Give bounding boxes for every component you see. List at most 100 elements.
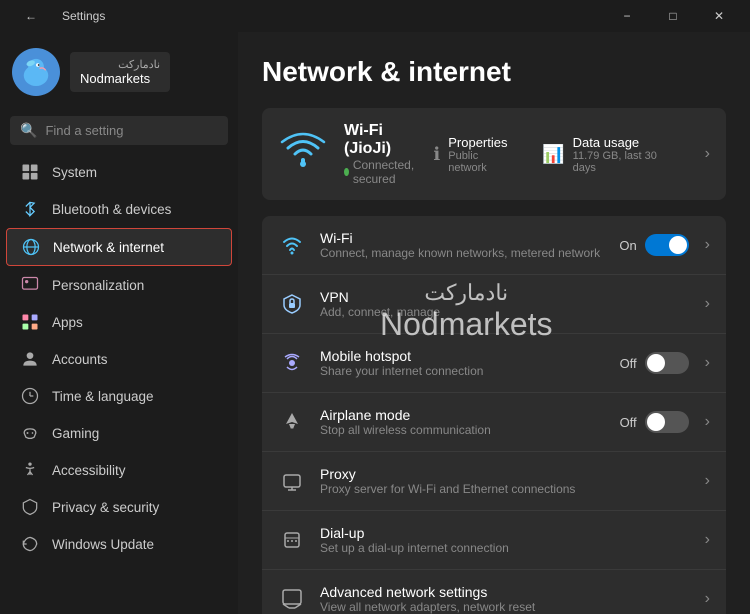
wifi-status: Connected, secured: [344, 158, 417, 186]
vpn-subtitle: Add, connect, manage: [320, 305, 683, 319]
advanced-control[interactable]: ›: [697, 590, 710, 608]
minimize-button[interactable]: −: [604, 0, 650, 32]
wifi-status-dot: [344, 168, 349, 176]
wifi-toggle[interactable]: [645, 234, 689, 256]
info-icon: ℹ: [433, 144, 440, 165]
bluetooth-icon: [20, 199, 40, 219]
vpn-text: VPNAdd, connect, manage: [320, 289, 683, 319]
accessibility-icon: [20, 460, 40, 480]
sidebar-item-system[interactable]: System: [6, 154, 232, 190]
sidebar-item-privacy[interactable]: Privacy & security: [6, 489, 232, 525]
hotspot-control[interactable]: Off ›: [620, 352, 710, 374]
search-input[interactable]: [45, 123, 221, 138]
vpn-setting-icon: [278, 290, 306, 318]
titlebar: ← Settings − □ ✕: [0, 0, 750, 32]
network-label: Network & internet: [53, 240, 164, 255]
hotspot-toggle-label: Off: [620, 356, 637, 371]
setting-item-dialup[interactable]: Dial-upSet up a dial-up internet connect…: [262, 511, 726, 570]
proxy-text: ProxyProxy server for Wi-Fi and Ethernet…: [320, 466, 683, 496]
titlebar-title: Settings: [62, 9, 105, 23]
page-title: Network & internet: [262, 56, 726, 88]
dialup-subtitle: Set up a dial-up internet connection: [320, 541, 683, 555]
setting-item-vpn[interactable]: VPNAdd, connect, manage ›: [262, 275, 726, 334]
main-content: Network & internet Wi-Fi (JioJi) Connect…: [238, 32, 750, 614]
profile-section: نادمارکت Nodmarkets: [0, 32, 238, 112]
wifi-setting-icon: [278, 231, 306, 259]
avatar: [12, 48, 60, 96]
network-icon: [21, 237, 41, 257]
sidebar-item-personalization[interactable]: Personalization: [6, 267, 232, 303]
back-button[interactable]: ←: [8, 0, 54, 32]
system-label: System: [52, 165, 97, 180]
wifi-control[interactable]: On›: [619, 234, 710, 256]
vpn-title: VPN: [320, 289, 683, 305]
personalization-label: Personalization: [52, 278, 144, 293]
sidebar-item-accessibility[interactable]: Accessibility: [6, 452, 232, 488]
vpn-control[interactable]: ›: [697, 295, 710, 313]
setting-item-advanced[interactable]: Advanced network settingsView all networ…: [262, 570, 726, 614]
advanced-title: Advanced network settings: [320, 584, 683, 600]
sidebar-item-time[interactable]: Time & language: [6, 378, 232, 414]
profile-name[interactable]: نادمارکت Nodmarkets: [70, 52, 170, 92]
advanced-setting-icon: [278, 585, 306, 613]
proxy-title: Proxy: [320, 466, 683, 482]
sidebar-item-apps[interactable]: Apps: [6, 304, 232, 340]
wifi-name: Wi-Fi (JioJi): [344, 122, 417, 158]
wifi-props: ℹ Properties Public network 📊 Data usage…: [433, 135, 680, 174]
system-icon: [20, 162, 40, 182]
hotspot-toggle[interactable]: [645, 352, 689, 374]
wifi-subtitle: Connect, manage known networks, metered …: [320, 246, 605, 260]
hotspot-text: Mobile hotspotShare your internet connec…: [320, 348, 606, 378]
data-icon: 📊: [542, 144, 564, 165]
wifi-text: Wi-FiConnect, manage known networks, met…: [320, 230, 605, 260]
dialup-title: Dial-up: [320, 525, 683, 541]
wifi-banner[interactable]: Wi-Fi (JioJi) Connected, secured ℹ Prope…: [262, 108, 726, 200]
accounts-icon: [20, 349, 40, 369]
sidebar-item-network[interactable]: Network & internet➢: [6, 228, 232, 266]
close-button[interactable]: ✕: [696, 0, 742, 32]
sidebar-item-bluetooth[interactable]: Bluetooth & devices: [6, 191, 232, 227]
hotspot-toggle-knob: [647, 354, 665, 372]
hotspot-setting-icon: [278, 349, 306, 377]
maximize-button[interactable]: □: [650, 0, 696, 32]
data-usage-prop[interactable]: 📊 Data usage 11.79 GB, last 30 days: [542, 135, 680, 174]
nav-list: SystemBluetooth & devicesNetwork & inter…: [0, 153, 238, 563]
airplane-control[interactable]: Off ›: [620, 411, 710, 433]
setting-item-hotspot[interactable]: Mobile hotspotShare your internet connec…: [262, 334, 726, 393]
time-icon: [20, 386, 40, 406]
sidebar-item-windows_update[interactable]: Windows Update: [6, 526, 232, 562]
privacy-icon: [20, 497, 40, 517]
setting-item-wifi[interactable]: Wi-FiConnect, manage known networks, met…: [262, 216, 726, 275]
sidebar-item-accounts[interactable]: Accounts: [6, 341, 232, 377]
banner-chevron: ›: [705, 145, 710, 163]
properties-prop[interactable]: ℹ Properties Public network: [433, 135, 518, 174]
advanced-text: Advanced network settingsView all networ…: [320, 584, 683, 614]
airplane-chevron: ›: [705, 413, 710, 431]
proxy-chevron: ›: [705, 472, 710, 490]
wifi-chevron: ›: [705, 236, 710, 254]
setting-item-airplane[interactable]: Airplane modeStop all wireless communica…: [262, 393, 726, 452]
search-box[interactable]: 🔍: [10, 116, 228, 145]
windows_update-icon: [20, 534, 40, 554]
advanced-chevron: ›: [705, 590, 710, 608]
airplane-toggle-label: Off: [620, 415, 637, 430]
airplane-title: Airplane mode: [320, 407, 606, 423]
sidebar-item-gaming[interactable]: Gaming: [6, 415, 232, 451]
dialup-control[interactable]: ›: [697, 531, 710, 549]
apps-label: Apps: [52, 315, 83, 330]
hotspot-chevron: ›: [705, 354, 710, 372]
windows_update-label: Windows Update: [52, 537, 154, 552]
privacy-label: Privacy & security: [52, 500, 159, 515]
wifi-toggle-knob: [669, 236, 687, 254]
wifi-big-icon: [278, 130, 328, 179]
vpn-chevron: ›: [705, 295, 710, 313]
proxy-subtitle: Proxy server for Wi-Fi and Ethernet conn…: [320, 482, 683, 496]
sidebar: نادمارکت Nodmarkets 🔍 System Bluetooth & …: [0, 32, 238, 614]
airplane-subtitle: Stop all wireless communication: [320, 423, 606, 437]
search-icon: 🔍: [20, 122, 37, 139]
time-label: Time & language: [52, 389, 154, 404]
airplane-toggle[interactable]: [645, 411, 689, 433]
wifi-info: Wi-Fi (JioJi) Connected, secured: [344, 122, 417, 186]
setting-item-proxy[interactable]: ProxyProxy server for Wi-Fi and Ethernet…: [262, 452, 726, 511]
proxy-control[interactable]: ›: [697, 472, 710, 490]
